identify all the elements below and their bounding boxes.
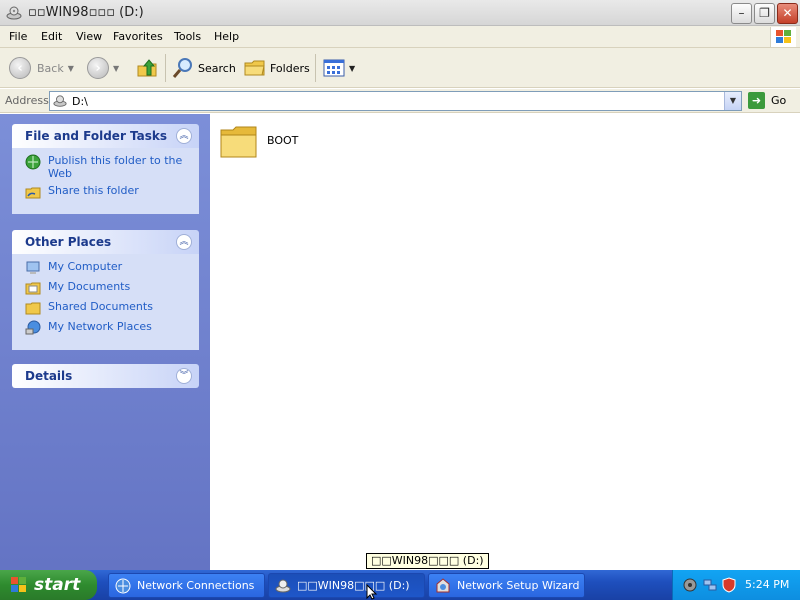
chevron-down-icon: ▼ (113, 63, 120, 73)
views-icon (323, 59, 345, 77)
share-folder-icon (25, 187, 41, 199)
toolbar-separator (315, 54, 316, 82)
share-folder-link[interactable]: Share this folder (12, 184, 199, 204)
minimize-button[interactable]: – (731, 3, 752, 24)
taskbar-tooltip: □□WIN98□□□ (D:) (366, 553, 489, 569)
go-label: Go (771, 94, 787, 107)
panel-title: Details (25, 369, 73, 383)
task-label: Network Setup Wizard (457, 579, 580, 592)
task-pane: File and Folder Tasks ︽ Publish this fol… (0, 114, 210, 570)
title-bar: ▫▫WIN98▫▫▫ (D:) – ❐ ✕ (0, 0, 800, 26)
network-icon (25, 320, 41, 335)
search-icon (172, 58, 192, 78)
folders-label: Folders (270, 61, 310, 75)
toolbar: ‹ Back ▼ › ▼ Search Folders ▼ (0, 48, 800, 88)
address-value: D:\ (72, 95, 88, 108)
windows-logo-icon (11, 577, 26, 592)
taskbar: start Network Connections □□WIN98□□□ (D:… (0, 570, 800, 600)
clock[interactable]: 5:24 PM (745, 578, 789, 591)
drive-icon (53, 95, 67, 107)
chevron-up-icon[interactable]: ︽ (176, 128, 192, 144)
mouse-cursor-icon (366, 584, 378, 600)
go-button[interactable]: ➜ Go (748, 92, 786, 109)
wizard-icon (436, 577, 450, 592)
window-title: ▫▫WIN98▫▫▫ (D:) (28, 5, 144, 20)
publish-to-web-link[interactable]: Publish this folder to the Web (12, 154, 199, 184)
taskbar-network-connections[interactable]: Network Connections (108, 573, 265, 598)
menu-view[interactable]: View (76, 30, 102, 43)
chevron-down-icon: ▼ (67, 63, 74, 73)
file-view[interactable]: BOOT (210, 114, 800, 570)
address-dropdown-button[interactable]: ▼ (724, 92, 741, 110)
views-button[interactable]: ▼ (323, 55, 355, 81)
system-tray: 5:24 PM (672, 570, 800, 600)
forward-button[interactable]: › ▼ (87, 55, 119, 81)
back-arrow-icon: ‹ (9, 57, 31, 79)
back-label: Back (37, 61, 64, 75)
my-computer-link[interactable]: My Computer (12, 260, 199, 280)
taskbar-drive-window[interactable]: □□WIN98□□□ (D:) (268, 573, 425, 598)
menu-file[interactable]: File (9, 30, 27, 43)
other-places-panel: Other Places ︽ My Computer My Documents (12, 230, 199, 350)
chevron-down-icon[interactable]: ︾ (176, 368, 192, 384)
task-label: My Network Places (48, 320, 152, 333)
documents-icon (25, 282, 41, 295)
start-button[interactable]: start (0, 570, 97, 600)
maximize-button[interactable]: ❐ (754, 3, 775, 24)
start-label: start (34, 575, 81, 595)
folder-icon (220, 126, 257, 158)
shared-folder-icon (25, 302, 41, 315)
menu-help[interactable]: Help (214, 30, 239, 43)
chevron-down-icon: ▼ (349, 63, 356, 73)
security-shield-icon[interactable] (721, 577, 737, 593)
search-button[interactable]: Search (171, 55, 236, 81)
folder-name: BOOT (267, 134, 299, 147)
panel-header[interactable]: Details ︾ (12, 364, 199, 388)
task-label: Share this folder (48, 184, 139, 197)
address-input[interactable]: D:\ ▼ (49, 91, 742, 111)
chevron-up-icon[interactable]: ︽ (176, 234, 192, 250)
taskbar-network-setup-wizard[interactable]: Network Setup Wizard (428, 573, 585, 598)
folder-item[interactable]: BOOT (219, 124, 319, 168)
search-label: Search (198, 61, 236, 75)
network-status-icon[interactable] (702, 577, 718, 593)
toolbar-separator (165, 54, 166, 82)
menu-tools[interactable]: Tools (174, 30, 201, 43)
task-label: My Documents (48, 280, 131, 293)
folders-button[interactable]: Folders (243, 55, 310, 81)
address-label: Address (5, 94, 49, 107)
task-label: Publish this folder to the Web (48, 154, 183, 180)
go-arrow-icon: ➜ (748, 92, 765, 109)
menu-edit[interactable]: Edit (41, 30, 62, 43)
file-folder-tasks-panel: File and Folder Tasks ︽ Publish this fol… (12, 124, 199, 214)
panel-header[interactable]: Other Places ︽ (12, 230, 199, 254)
drive-icon (6, 6, 22, 20)
computer-icon (26, 261, 40, 274)
panel-title: Other Places (25, 235, 112, 249)
menu-favorites[interactable]: Favorites (113, 30, 163, 43)
panel-header[interactable]: File and Folder Tasks ︽ (12, 124, 199, 148)
shared-documents-link[interactable]: Shared Documents (12, 300, 199, 320)
folders-icon (244, 60, 265, 76)
globe-publish-icon (25, 154, 41, 170)
drive-icon (275, 579, 291, 592)
details-panel: Details ︾ (12, 364, 199, 388)
windows-logo-icon (770, 27, 796, 47)
my-documents-link[interactable]: My Documents (12, 280, 199, 300)
my-network-places-link[interactable]: My Network Places (12, 320, 199, 340)
network-connections-icon (115, 578, 131, 593)
address-bar: Address D:\ ▼ ➜ Go (0, 89, 800, 113)
back-button[interactable]: ‹ Back ▼ (9, 55, 74, 81)
volume-icon[interactable] (682, 577, 698, 593)
task-label: My Computer (48, 260, 123, 273)
panel-title: File and Folder Tasks (25, 129, 168, 143)
menu-bar: File Edit View Favorites Tools Help (0, 26, 800, 48)
task-label: Shared Documents (48, 300, 153, 313)
forward-arrow-icon: › (87, 57, 109, 79)
task-label: □□WIN98□□□ (D:) (297, 579, 410, 592)
up-folder-icon (137, 59, 157, 77)
up-folder-button[interactable] (136, 55, 158, 81)
task-label: Network Connections (137, 579, 255, 592)
close-button[interactable]: ✕ (777, 3, 798, 24)
